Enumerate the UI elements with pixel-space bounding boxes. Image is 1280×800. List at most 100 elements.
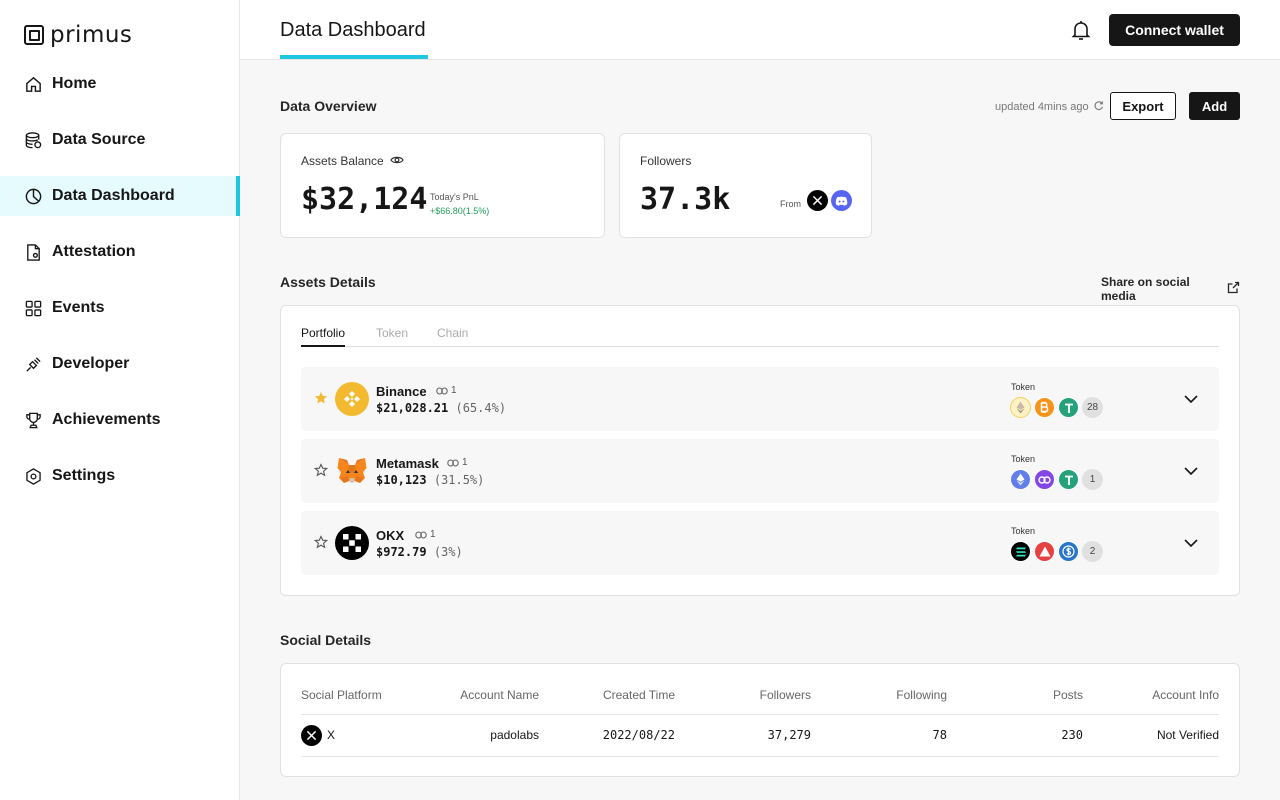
asset-row-metamask[interactable]: Metamask 1 $10,123 (31.5%) Token 1: [301, 439, 1219, 503]
plug-icon: [24, 355, 43, 374]
assets-details-card: Portfolio Token Chain Binance 1 $21,028.…: [280, 305, 1240, 596]
link-icon: [447, 458, 459, 467]
assets-balance-label-wrap: Assets Balance: [301, 154, 404, 168]
asset-value: $10,123 (31.5%): [376, 473, 484, 487]
tab-portfolio[interactable]: Portfolio: [301, 326, 346, 347]
column-header-account-name[interactable]: Account Name: [460, 688, 539, 702]
star-outline-icon[interactable]: [313, 535, 329, 549]
chevron-down-icon[interactable]: [1183, 391, 1199, 407]
add-button[interactable]: Add: [1189, 92, 1240, 120]
tab-chain[interactable]: Chain: [437, 326, 468, 347]
page-title-underline: [280, 55, 428, 59]
column-header-following[interactable]: Following: [896, 688, 947, 702]
sidebar-item-home[interactable]: Home: [0, 64, 240, 104]
usdc-token-icon: [1058, 541, 1079, 562]
chevron-down-icon[interactable]: [1183, 463, 1199, 479]
sidebar-item-label: Data Dashboard: [52, 187, 175, 204]
posts-count: 230: [1061, 728, 1083, 742]
assets-tabs: Portfolio Token Chain: [301, 326, 1219, 347]
asset-row-binance[interactable]: Binance 1 $21,028.21 (65.4%) Token 28: [301, 367, 1219, 431]
asset-percent: (31.5%): [433, 473, 485, 487]
bell-icon[interactable]: [1069, 18, 1093, 42]
token-label: Token: [1011, 526, 1036, 536]
assets-details-title: Assets Details: [280, 274, 376, 290]
linked-accounts: 1: [436, 385, 457, 396]
asset-percent: (3%): [433, 545, 463, 559]
share-on-social-media-link[interactable]: Share on social media: [1101, 275, 1240, 303]
sidebar: primus Home Data Source Data Dashboard A…: [0, 0, 240, 800]
star-filled-icon[interactable]: [314, 391, 328, 405]
exchange-name: Metamask: [376, 456, 439, 471]
eye-icon[interactable]: [390, 154, 404, 168]
asset-amount: $21,028.21: [376, 401, 449, 415]
exchange-name: OKX: [376, 528, 405, 543]
primus-logo-icon: [24, 25, 44, 45]
following-count: 78: [932, 728, 947, 742]
linked-accounts: 1: [415, 529, 436, 540]
okx-logo-icon: [335, 526, 369, 560]
connect-wallet-button[interactable]: Connect wallet: [1109, 14, 1240, 46]
sidebar-item-developer[interactable]: Developer: [0, 344, 240, 384]
link-count: 1: [451, 385, 457, 396]
x-icon: [301, 725, 322, 746]
followers-count: 37,279: [767, 728, 811, 742]
asset-percent: (65.4%): [455, 401, 507, 415]
platform-name: X: [327, 728, 336, 742]
refresh-icon[interactable]: [1093, 100, 1104, 114]
more-tokens-count[interactable]: 2: [1082, 541, 1103, 562]
created-time: 2022/08/22: [602, 728, 675, 742]
tether-token-icon: [1058, 397, 1079, 418]
link-count: 1: [462, 457, 468, 468]
grid-icon: [24, 299, 43, 318]
star-outline-icon[interactable]: [313, 463, 329, 477]
sidebar-item-label: Attestation: [52, 243, 136, 260]
export-button[interactable]: Export: [1110, 92, 1176, 120]
logo[interactable]: primus: [24, 22, 132, 48]
column-header-account-info[interactable]: Account Info: [1152, 688, 1219, 702]
chevron-down-icon[interactable]: [1183, 535, 1199, 551]
link-count: 1: [430, 529, 436, 540]
more-tokens-count[interactable]: 28: [1082, 397, 1103, 418]
tab-token[interactable]: Token: [376, 326, 408, 347]
social-details-title: Social Details: [280, 632, 372, 648]
sidebar-item-achievements[interactable]: Achievements: [0, 400, 240, 440]
assets-balance-value: $32,124: [301, 182, 428, 217]
sidebar-nav: Home Data Source Data Dashboard Attestat…: [0, 64, 240, 512]
sidebar-item-events[interactable]: Events: [0, 288, 240, 328]
eth-token-icon: [1010, 397, 1031, 418]
column-header-created-time[interactable]: Created Time: [603, 688, 675, 702]
link-icon: [415, 530, 427, 539]
table-header-divider: [301, 714, 1219, 715]
data-overview-title: Data Overview: [280, 98, 377, 114]
social-details-card: Social Platform Account Name Created Tim…: [280, 663, 1240, 777]
link-icon: [436, 386, 448, 395]
column-header-followers[interactable]: Followers: [760, 688, 811, 702]
metamask-logo-icon: [335, 454, 369, 488]
exchange-name: Binance: [376, 384, 427, 399]
tether-token-icon: [1058, 469, 1079, 490]
logo-text: primus: [50, 22, 133, 48]
sidebar-item-settings[interactable]: Settings: [0, 456, 240, 496]
followers-card: Followers 37.3k From: [619, 133, 872, 238]
from-label: From: [780, 199, 801, 209]
page-title: Data Dashboard: [280, 18, 426, 41]
gear-icon: [24, 467, 43, 486]
sidebar-item-attestation[interactable]: Attestation: [0, 232, 240, 272]
asset-value: $21,028.21 (65.4%): [376, 401, 506, 415]
more-tokens-count[interactable]: 1: [1082, 469, 1103, 490]
avalanche-token-icon: [1034, 541, 1055, 562]
table-row-divider: [301, 756, 1219, 757]
assets-balance-label: Assets Balance: [301, 154, 384, 168]
token-label: Token: [1011, 454, 1036, 464]
column-header-social-platform[interactable]: Social Platform: [301, 688, 382, 702]
todays-pnl-label: Today's PnL: [430, 192, 479, 202]
column-header-posts[interactable]: Posts: [1053, 688, 1083, 702]
sidebar-item-label: Achievements: [52, 411, 161, 428]
binance-logo-icon: [335, 382, 369, 416]
token-label: Token: [1011, 382, 1036, 392]
followers-label: Followers: [640, 154, 692, 168]
sidebar-item-data-dashboard[interactable]: Data Dashboard: [0, 176, 240, 216]
asset-row-okx[interactable]: OKX 1 $972.79 (3%) Token 2: [301, 511, 1219, 575]
bitcoin-token-icon: [1034, 397, 1055, 418]
sidebar-item-data-source[interactable]: Data Source: [0, 120, 240, 160]
